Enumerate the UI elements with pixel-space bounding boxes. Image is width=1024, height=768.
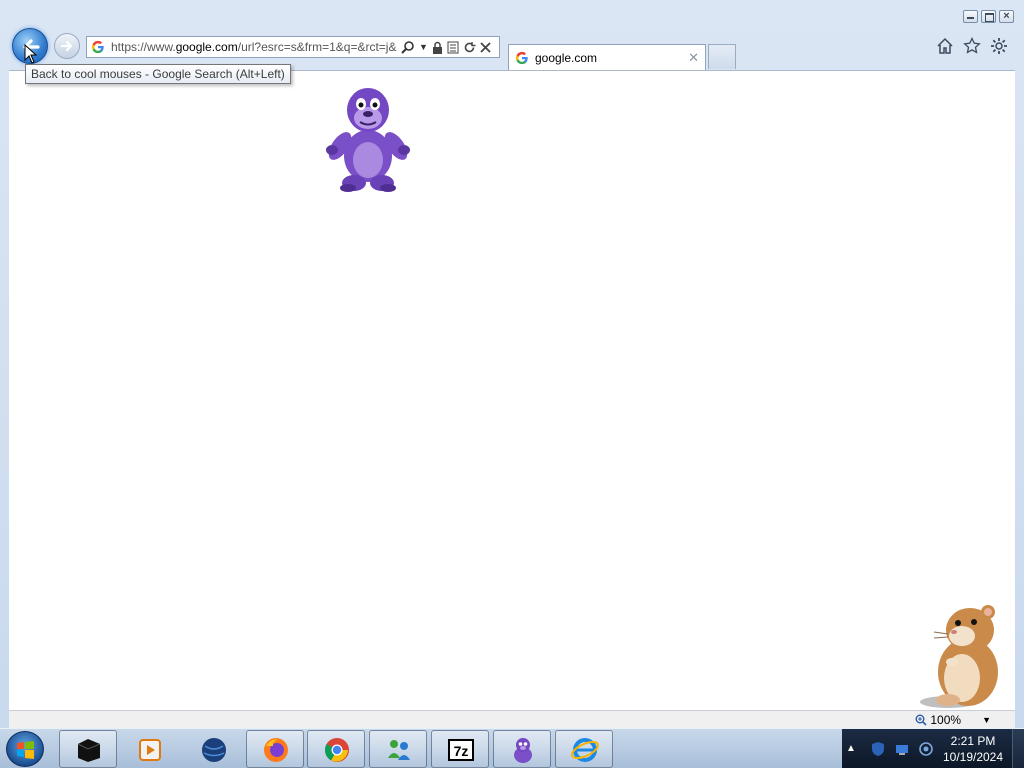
- chrome-icon: [324, 738, 349, 762]
- taskbar-firefox[interactable]: [246, 730, 304, 768]
- taskbar-7zip[interactable]: 7z: [431, 730, 489, 768]
- tab-google[interactable]: google.com ✕: [508, 44, 706, 70]
- 7zip-icon: 7z: [448, 739, 474, 761]
- tab-close-icon[interactable]: ✕: [688, 50, 699, 66]
- minimize-button[interactable]: [963, 10, 978, 23]
- media-player-icon: [139, 739, 161, 761]
- zoom-control[interactable]: 100% ▼: [915, 713, 991, 727]
- internet-explorer-icon: [571, 738, 599, 762]
- firefox-icon: [264, 738, 288, 762]
- taskbar-bonzibuddy[interactable]: [493, 730, 551, 768]
- taskbar-messenger[interactable]: [369, 730, 427, 768]
- taskbar-media-player[interactable]: [121, 730, 179, 768]
- bonzibuddy-character[interactable]: [326, 80, 410, 194]
- star-icon[interactable]: [963, 36, 981, 55]
- close-button[interactable]: ×: [999, 10, 1014, 23]
- show-hidden-icons-icon[interactable]: ▲: [846, 743, 856, 754]
- new-tab-button[interactable]: [708, 44, 736, 69]
- start-button[interactable]: [6, 731, 44, 767]
- forward-button[interactable]: [54, 33, 80, 59]
- clock-date: 10/19/2024: [942, 750, 1004, 764]
- svg-text:7z: 7z: [454, 743, 469, 759]
- google-favicon-icon: [515, 51, 528, 64]
- home-icon[interactable]: [936, 37, 954, 55]
- search-icon[interactable]: [401, 40, 415, 54]
- globe-icon: [202, 738, 226, 762]
- volume-icon[interactable]: [918, 741, 934, 757]
- command-icons: [936, 36, 1008, 55]
- compatibility-view-icon[interactable]: [447, 41, 459, 54]
- media-center-icon: [77, 739, 101, 762]
- browser-window: × https://www.google.com/url?esrc=s&frm=…: [0, 0, 1024, 728]
- shield-icon[interactable]: [870, 741, 886, 757]
- messenger-icon: [388, 740, 410, 760]
- maximize-button[interactable]: [981, 10, 996, 23]
- hamster-character[interactable]: [918, 604, 1008, 710]
- refresh-icon[interactable]: [463, 41, 476, 54]
- back-button-tooltip: Back to cool mouses - Google Search (Alt…: [25, 64, 291, 84]
- address-url[interactable]: https://www.google.com/url?esrc=s&frm=1&…: [111, 40, 397, 54]
- show-desktop-button[interactable]: [1012, 729, 1024, 768]
- network-icon[interactable]: [894, 741, 910, 757]
- taskbar: 7z ▲ 2:21 PM 10/19/2024: [0, 728, 1024, 768]
- clock-time: 2:21 PM: [950, 734, 996, 748]
- stop-icon[interactable]: [480, 41, 491, 53]
- address-actions: ▼: [401, 40, 491, 54]
- gear-icon[interactable]: [990, 37, 1008, 55]
- taskbar-internet-explorer[interactable]: [555, 730, 613, 768]
- taskbar-chrome[interactable]: [307, 730, 365, 768]
- zoom-level: 100%: [930, 713, 962, 727]
- bonzibuddy-icon: [514, 738, 532, 763]
- tray-icons: [870, 741, 934, 757]
- clock[interactable]: 2:21 PM 10/19/2024: [934, 733, 1012, 765]
- page-content: [9, 70, 1015, 710]
- taskbar-media-center[interactable]: [59, 730, 117, 768]
- forward-arrow-icon: [60, 40, 73, 52]
- tab-label: google.com: [535, 50, 598, 65]
- dropdown-arrow-icon[interactable]: ▼: [419, 42, 428, 52]
- google-favicon-icon: [91, 40, 104, 54]
- mouse-cursor-icon: [24, 44, 38, 64]
- zoom-dropdown-icon[interactable]: ▼: [982, 715, 991, 725]
- windows-logo-icon: [17, 741, 34, 759]
- lock-icon[interactable]: [432, 41, 443, 54]
- window-controls: ×: [963, 10, 1014, 23]
- taskbar-globe[interactable]: [184, 730, 242, 768]
- system-tray: ▲ 2:21 PM 10/19/2024: [842, 729, 1024, 768]
- zoom-icon: [915, 714, 927, 726]
- address-bar[interactable]: https://www.google.com/url?esrc=s&frm=1&…: [86, 36, 500, 58]
- status-bar: 100% ▼: [9, 710, 1015, 728]
